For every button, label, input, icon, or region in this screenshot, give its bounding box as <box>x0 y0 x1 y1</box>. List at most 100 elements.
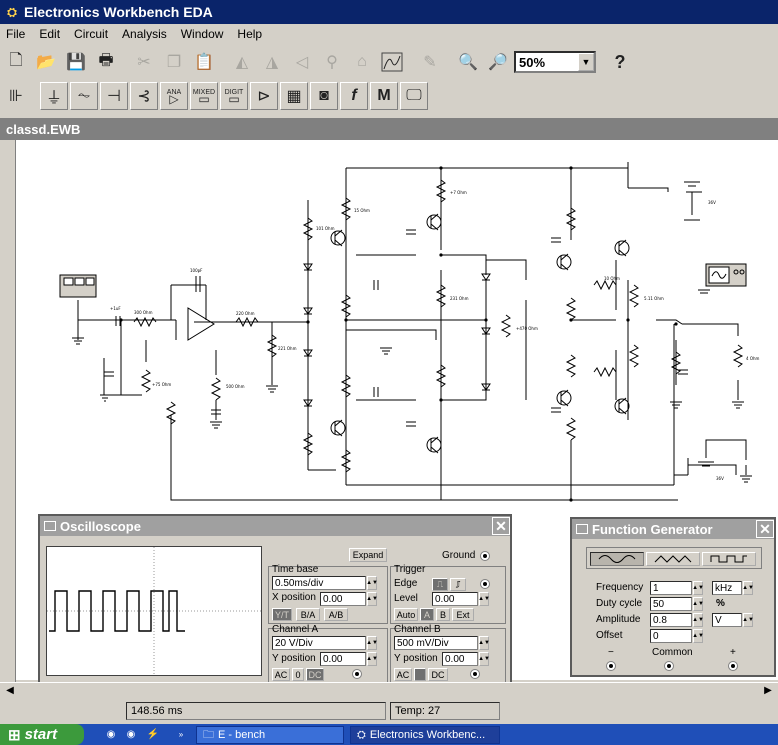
channel-a-ac-button[interactable]: AC <box>272 668 290 681</box>
channel-b-terminal[interactable] <box>470 669 480 679</box>
amplitude-unit-spinner[interactable]: ▲▼ <box>742 613 754 627</box>
timebase-input[interactable]: 0.50ms/div <box>272 576 366 590</box>
instruments-bin-icon[interactable]: 🖵 <box>400 82 428 110</box>
trigger-terminal[interactable] <box>480 579 490 589</box>
menu-file[interactable]: File <box>6 27 25 41</box>
logic-gates-bin-icon[interactable]: ⊳ <box>250 82 278 110</box>
channel-b-zero-button[interactable] <box>414 668 426 681</box>
open-folder-icon[interactable]: 📂 <box>32 48 60 76</box>
misc-bin[interactable]: M <box>370 82 398 110</box>
menu-window[interactable]: Window <box>181 27 224 41</box>
copy-icon[interactable]: ❐ <box>160 48 188 76</box>
minus-terminal[interactable] <box>606 661 616 671</box>
auto-button[interactable]: Auto <box>394 608 418 621</box>
function-generator-window[interactable]: Function Generator ✕ Frequency 1 ▲▼ kHz … <box>570 517 776 677</box>
xpos-spinner[interactable]: ▲▼ <box>366 592 378 606</box>
amplitude-spinner[interactable]: ▲▼ <box>692 613 704 627</box>
amplitude-input[interactable]: 0.8 <box>650 613 692 627</box>
cut-icon[interactable]: ✂ <box>130 48 158 76</box>
zoom-out-icon[interactable]: 🔍 <box>454 48 482 76</box>
channel-a-ypos-input[interactable]: 0.00 <box>320 652 366 666</box>
offset-spinner[interactable]: ▲▼ <box>692 629 704 643</box>
channel-b-dc-button[interactable]: DC <box>428 668 448 681</box>
channel-b-spinner[interactable]: ▲▼ <box>478 636 490 650</box>
task-ebench[interactable]: 🗀 E - bench <box>196 726 344 744</box>
save-icon[interactable]: 💾 <box>62 48 90 76</box>
task-workbench[interactable]: ⛭ Electronics Workbenc... <box>350 726 500 744</box>
function-generator-title-bar[interactable]: Function Generator ✕ <box>572 519 774 539</box>
zoom-select[interactable]: 50% ▼ <box>514 51 596 73</box>
channel-a-scale-input[interactable]: 20 V/Div <box>272 636 366 650</box>
basic-bin-icon[interactable]: ⏦ <box>70 82 98 110</box>
mixed-ics-bin[interactable]: MIXED ▭ <box>190 82 218 110</box>
menu-help[interactable]: Help <box>237 27 262 41</box>
horizontal-scrollbar[interactable]: ◀ ▶ <box>0 682 778 698</box>
create-subcircuit-icon[interactable]: ⌂ <box>348 48 376 76</box>
sine-wave-icon[interactable] <box>590 552 644 566</box>
start-button[interactable]: ⊞ start <box>0 724 84 745</box>
sources-bin-icon[interactable]: ⏚ <box>40 82 68 110</box>
rising-edge-icon[interactable]: ⎍ <box>432 578 448 591</box>
channel-a-ypos-spinner[interactable]: ▲▼ <box>366 652 378 666</box>
plus-terminal[interactable] <box>728 661 738 671</box>
zoom-in-icon[interactable]: 🔎 <box>484 48 512 76</box>
expand-button[interactable]: Expand <box>349 548 387 562</box>
help-button[interactable]: ? <box>606 48 634 76</box>
menu-analysis[interactable]: Analysis <box>122 27 167 41</box>
diodes-bin-icon[interactable]: ⊣ <box>100 82 128 110</box>
flip-vertical-icon[interactable]: ◁ <box>288 48 316 76</box>
frequency-unit-spinner[interactable]: ▲▼ <box>742 581 754 595</box>
triangle-wave-icon[interactable] <box>646 552 700 566</box>
channel-a-dc-button[interactable]: DC <box>306 668 324 681</box>
indicators-bin-icon[interactable]: ◙ <box>310 82 338 110</box>
amplitude-unit-input[interactable]: V <box>712 613 742 627</box>
square-wave-icon[interactable] <box>702 552 756 566</box>
digital-ics-bin[interactable]: DIGIT ▭ <box>220 82 248 110</box>
print-icon[interactable]: 🖶 <box>92 48 120 76</box>
trigger-b-button[interactable]: B <box>436 608 450 621</box>
duty-cycle-input[interactable]: 50 <box>650 597 692 611</box>
controls-bin[interactable]: f <box>340 82 368 110</box>
channel-a-terminal[interactable] <box>352 669 362 679</box>
ground-terminal[interactable] <box>480 551 490 561</box>
level-spinner[interactable]: ▲▼ <box>478 592 490 606</box>
rotate-icon[interactable]: ◭ <box>228 48 256 76</box>
transistors-bin-icon[interactable]: ⊰ <box>130 82 158 110</box>
channel-a-spinner[interactable]: ▲▼ <box>366 636 378 650</box>
ext-button[interactable]: Ext <box>452 608 474 621</box>
common-terminal[interactable] <box>664 661 674 671</box>
channel-b-scale-input[interactable]: 500 mV/Div <box>394 636 478 650</box>
analysis-graphs-icon[interactable] <box>378 48 406 76</box>
frequency-unit-input[interactable]: kHz <box>712 581 742 595</box>
close-icon[interactable]: ✕ <box>756 520 774 538</box>
yt-button[interactable]: Y/T <box>272 608 292 621</box>
channel-b-ac-button[interactable]: AC <box>394 668 412 681</box>
offset-input[interactable]: 0 <box>650 629 692 643</box>
ab-button[interactable]: A/B <box>324 608 348 621</box>
channel-b-ypos-input[interactable]: 0.00 <box>442 652 478 666</box>
digital-bin-icon[interactable]: ▦ <box>280 82 308 110</box>
close-icon[interactable]: ✕ <box>492 517 510 535</box>
frequency-input[interactable]: 1 <box>650 581 692 595</box>
menu-circuit[interactable]: Circuit <box>74 27 108 41</box>
more-icon[interactable]: » <box>174 727 188 741</box>
favorites-bin-icon[interactable]: ⊪ <box>2 82 30 110</box>
trigger-a-button[interactable]: A <box>420 608 434 621</box>
left-scrollbar[interactable] <box>0 140 16 682</box>
quicklaunch-icon[interactable]: ◉ <box>104 727 118 741</box>
channel-b-ypos-spinner[interactable]: ▲▼ <box>478 652 490 666</box>
chevron-right-icon[interactable]: ▶ <box>760 683 776 698</box>
level-input[interactable]: 0.00 <box>432 592 478 606</box>
duty-cycle-spinner[interactable]: ▲▼ <box>692 597 704 611</box>
analog-ics-bin[interactable]: ANA ▷ <box>160 82 188 110</box>
paste-icon[interactable]: 📋 <box>190 48 218 76</box>
component-properties-icon[interactable]: ⚲ <box>318 48 346 76</box>
menu-edit[interactable]: Edit <box>39 27 60 41</box>
quicklaunch-icon[interactable]: ◉ <box>124 727 138 741</box>
chevron-left-icon[interactable]: ◀ <box>2 683 18 698</box>
oscilloscope-window[interactable]: Oscilloscope ✕ Expand Ground Time base 0… <box>38 514 512 690</box>
frequency-spinner[interactable]: ▲▼ <box>692 581 704 595</box>
new-file-icon[interactable]: 🗋 <box>2 48 30 76</box>
timebase-spinner[interactable]: ▲▼ <box>366 576 378 590</box>
quicklaunch-icon[interactable]: ⚡ <box>146 727 160 741</box>
